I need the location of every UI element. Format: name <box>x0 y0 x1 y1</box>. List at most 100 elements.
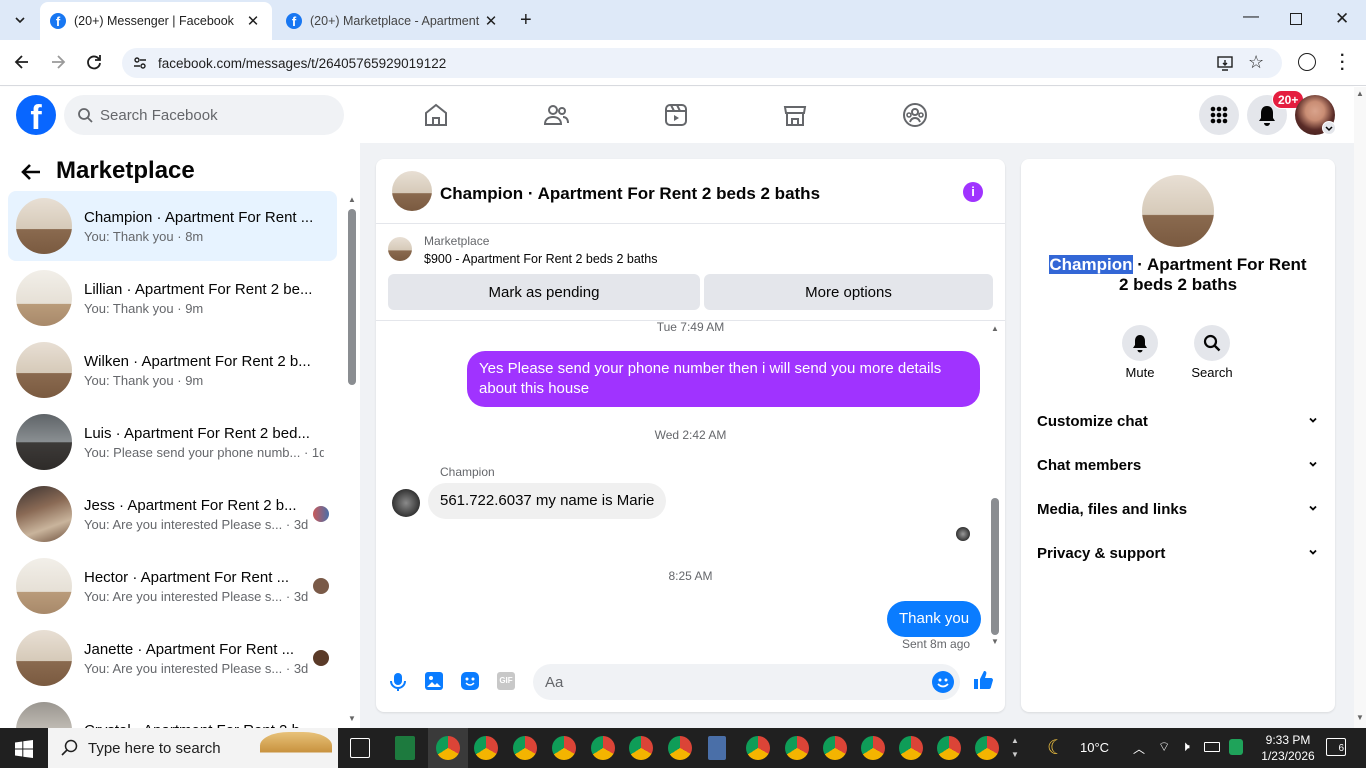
mute-button[interactable] <box>1122 325 1158 361</box>
minimize-icon[interactable]: — <box>1243 8 1259 26</box>
weather-temperature[interactable]: 10°C <box>1080 740 1109 755</box>
taskbar-overflow-arrows-icon[interactable]: ▲ ▼ <box>1011 734 1019 762</box>
photo-icon[interactable] <box>425 672 443 690</box>
thumbs-up-icon[interactable] <box>972 669 994 696</box>
page-scroll-down-icon[interactable]: ▼ <box>1356 713 1364 722</box>
emoji-icon[interactable] <box>932 671 954 693</box>
friends-icon[interactable] <box>540 99 572 131</box>
moon-weather-icon[interactable]: ☾ <box>1047 735 1065 760</box>
more-options-button[interactable]: More options <box>704 274 993 310</box>
listing-text[interactable]: $900 - Apartment For Rent 2 beds 2 baths <box>424 252 657 266</box>
chrome-icon[interactable] <box>552 736 576 760</box>
chrome-icon[interactable] <box>937 736 961 760</box>
page-scrollbar[interactable]: ▲ ▼ <box>1354 87 1366 728</box>
chrome-icon[interactable] <box>629 736 653 760</box>
chrome-icon[interactable] <box>513 736 537 760</box>
chrome-icon[interactable] <box>746 736 770 760</box>
chat-scrollbar-thumb[interactable] <box>991 498 999 635</box>
privacy-support-row[interactable]: Privacy & support <box>1037 533 1319 573</box>
calculator-icon[interactable] <box>708 736 726 760</box>
chrome-icon[interactable] <box>591 736 615 760</box>
close-tab-icon[interactable]: ✕ <box>482 12 500 30</box>
media-files-links-row[interactable]: Media, files and links <box>1037 489 1319 529</box>
browser-menu-icon[interactable]: · · · <box>1340 48 1345 78</box>
timestamp: Wed 2:42 AM <box>654 428 727 442</box>
search-chat-button[interactable] <box>1194 325 1230 361</box>
tab-marketplace[interactable]: f (20+) Marketplace - Apartment ✕ <box>276 2 510 40</box>
microphone-icon[interactable] <box>390 672 406 697</box>
message-input[interactable]: Aa <box>533 664 960 700</box>
windows-start-icon[interactable] <box>15 740 33 763</box>
conversation-item-hector[interactable]: Hector · Apartment For Rent ... You: Are… <box>8 551 337 621</box>
scroll-down-arrow-icon[interactable]: ▼ <box>348 714 356 723</box>
install-app-icon[interactable] <box>1216 54 1234 75</box>
chat-scroll-down-icon[interactable]: ▼ <box>991 637 999 646</box>
forward-arrow-icon[interactable] <box>48 52 68 77</box>
home-icon[interactable] <box>420 99 452 131</box>
groups-icon[interactable] <box>899 99 931 131</box>
chrome-icon[interactable] <box>668 736 692 760</box>
tab-messenger[interactable]: f (20+) Messenger | Facebook ✕ <box>40 2 272 40</box>
chrome-icon[interactable] <box>861 736 885 760</box>
chrome-icon[interactable] <box>975 736 999 760</box>
site-settings-icon[interactable] <box>132 55 148 74</box>
facebook-search-input[interactable]: Search Facebook <box>64 95 344 135</box>
outgoing-message[interactable]: Yes Please send your phone number then i… <box>467 351 980 407</box>
battery-icon[interactable] <box>1204 742 1220 752</box>
chat-avatar[interactable] <box>392 171 432 211</box>
listing-thumbnail <box>16 630 72 686</box>
facebook-logo[interactable]: f <box>16 95 56 135</box>
details-avatar[interactable] <box>1142 175 1214 247</box>
notification-center-icon[interactable]: 6 <box>1326 738 1346 756</box>
header-divider <box>376 223 1005 224</box>
tray-chevron-up-icon[interactable]: ︿ <box>1133 740 1145 757</box>
conversation-item-jess[interactable]: Jess · Apartment For Rent 2 b... You: Ar… <box>8 479 337 549</box>
chrome-icon[interactable] <box>899 736 923 760</box>
conversation-item-champion[interactable]: Champion · Apartment For Rent ... You: T… <box>8 191 337 261</box>
volume-icon[interactable]: 🕨 <box>1181 738 1190 755</box>
menu-grid-button[interactable] <box>1199 95 1239 135</box>
sidebar-scrollbar-thumb[interactable] <box>348 209 356 385</box>
profile-icon[interactable] <box>1298 53 1316 71</box>
taskbar-search-input[interactable]: Type here to search <box>48 728 338 768</box>
marketplace-icon[interactable] <box>779 99 811 131</box>
info-icon[interactable]: i <box>963 182 983 202</box>
back-arrow-icon[interactable] <box>20 161 42 188</box>
conversation-item-janette[interactable]: Janette · Apartment For Rent ... You: Ar… <box>8 623 337 693</box>
gif-icon[interactable]: GIF <box>497 672 515 690</box>
close-tab-icon[interactable]: ✕ <box>244 12 262 30</box>
outgoing-message[interactable]: Thank you <box>887 601 982 637</box>
conversation-item-luis[interactable]: Luis · Apartment For Rent 2 bed... You: … <box>8 407 337 477</box>
window-close-icon[interactable]: ✕ <box>1335 9 1349 29</box>
back-arrow-icon[interactable] <box>12 52 32 77</box>
chrome-icon[interactable] <box>785 736 809 760</box>
video-icon[interactable] <box>660 99 692 131</box>
maximize-icon[interactable] <box>1290 13 1302 25</box>
chat-scroll-up-icon[interactable]: ▲ <box>991 324 999 333</box>
chat-title[interactable]: Champion · Apartment For Rent 2 beds 2 b… <box>440 184 820 204</box>
reload-icon[interactable] <box>84 52 104 77</box>
page-scroll-up-icon[interactable]: ▲ <box>1356 89 1364 98</box>
chrome-icon[interactable] <box>436 736 460 760</box>
chrome-icon[interactable] <box>474 736 498 760</box>
security-shield-icon[interactable] <box>1229 739 1243 755</box>
conversation-item-wilken[interactable]: Wilken · Apartment For Rent 2 b... You: … <box>8 335 337 405</box>
incoming-message[interactable]: 561.722.6037 my name is Marie <box>428 483 667 519</box>
spreadsheet-app-icon[interactable] <box>395 736 415 760</box>
tab-search-chevron-icon[interactable] <box>10 10 30 30</box>
sender-avatar[interactable] <box>392 489 420 517</box>
network-icon[interactable]: ⌔ <box>1158 739 1170 755</box>
chat-members-row[interactable]: Chat members <box>1037 445 1319 485</box>
conversation-item-lillian[interactable]: Lillian · Apartment For Rent 2 be... You… <box>8 263 337 333</box>
account-chevron-down-icon[interactable] <box>1322 121 1336 135</box>
chrome-icon[interactable] <box>823 736 847 760</box>
bookmark-star-icon[interactable]: ☆ <box>1248 52 1264 73</box>
sticker-icon[interactable] <box>461 672 479 690</box>
url-field[interactable]: facebook.com/messages/t/2640576592901912… <box>122 48 1282 78</box>
mark-as-pending-button[interactable]: Mark as pending <box>388 274 700 310</box>
taskbar-clock[interactable]: 9:33 PM 1/23/2026 <box>1256 732 1320 764</box>
task-view-icon[interactable] <box>350 738 370 758</box>
scroll-up-arrow-icon[interactable]: ▲ <box>348 195 356 204</box>
new-tab-plus-icon[interactable]: + <box>520 9 532 32</box>
customize-chat-row[interactable]: Customize chat <box>1037 401 1319 441</box>
